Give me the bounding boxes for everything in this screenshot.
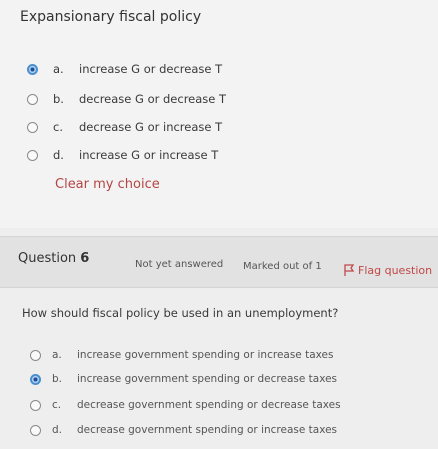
- question-info-bar: Question 6 Not yet answered Marked out o…: [0, 236, 438, 288]
- option-text: increase G or increase T: [79, 148, 219, 162]
- q6-option-a[interactable]: a. increase government spending or incre…: [30, 346, 333, 364]
- option-letter: c.: [52, 399, 62, 411]
- option-text: decrease government spending or increase…: [77, 424, 338, 436]
- option-letter: b.: [53, 92, 64, 106]
- option-letter: a.: [53, 62, 64, 76]
- question-number: 6: [80, 251, 90, 266]
- option-letter: b.: [52, 373, 63, 385]
- radio-b[interactable]: [30, 373, 41, 385]
- flag-question-label: Flag question: [358, 264, 433, 277]
- prev-option-d[interactable]: d. increase G or increase T: [27, 146, 218, 164]
- q6-option-b[interactable]: b. increase government spending or decre…: [30, 370, 337, 388]
- question-marks: Marked out of 1: [243, 261, 322, 272]
- radio-d[interactable]: [27, 149, 38, 161]
- clear-choice-link[interactable]: Clear my choice: [55, 177, 160, 192]
- question-status: Not yet answered: [135, 259, 224, 270]
- option-letter: c.: [53, 120, 63, 134]
- radio-a[interactable]: [30, 349, 41, 361]
- option-text: decrease G or increase T: [79, 120, 223, 134]
- q6-option-c[interactable]: c. decrease government spending or decre…: [30, 396, 341, 414]
- option-text: decrease G or decrease T: [79, 92, 227, 106]
- q6-option-d[interactable]: d. decrease government spending or incre…: [30, 421, 337, 439]
- radio-b[interactable]: [27, 93, 38, 105]
- option-text: decrease government spending or decrease…: [77, 399, 341, 411]
- flag-question-button[interactable]: Flag question: [344, 264, 432, 277]
- radio-d[interactable]: [30, 424, 41, 436]
- prev-option-b[interactable]: b. decrease G or decrease T: [27, 90, 226, 108]
- prev-option-a[interactable]: a. increase G or decrease T: [27, 60, 222, 78]
- question-label-prefix: Question: [18, 251, 77, 266]
- option-text: increase government spending or increase…: [77, 349, 334, 361]
- radio-c[interactable]: [27, 121, 38, 133]
- flag-icon: [344, 264, 355, 276]
- option-letter: a.: [52, 349, 62, 361]
- option-text: increase G or decrease T: [79, 62, 223, 76]
- previous-question-title: Expansionary fiscal policy: [20, 9, 202, 25]
- option-text: increase government spending or decrease…: [77, 373, 338, 385]
- radio-a[interactable]: [27, 63, 38, 75]
- question-text: How should fiscal policy be used in an u…: [22, 306, 339, 320]
- option-letter: d.: [52, 424, 63, 436]
- prev-option-c[interactable]: c. decrease G or increase T: [27, 118, 222, 136]
- previous-question-panel: [0, 0, 438, 228]
- question-number-label: Question 6: [18, 251, 89, 266]
- option-letter: d.: [53, 148, 64, 162]
- radio-c[interactable]: [30, 399, 41, 411]
